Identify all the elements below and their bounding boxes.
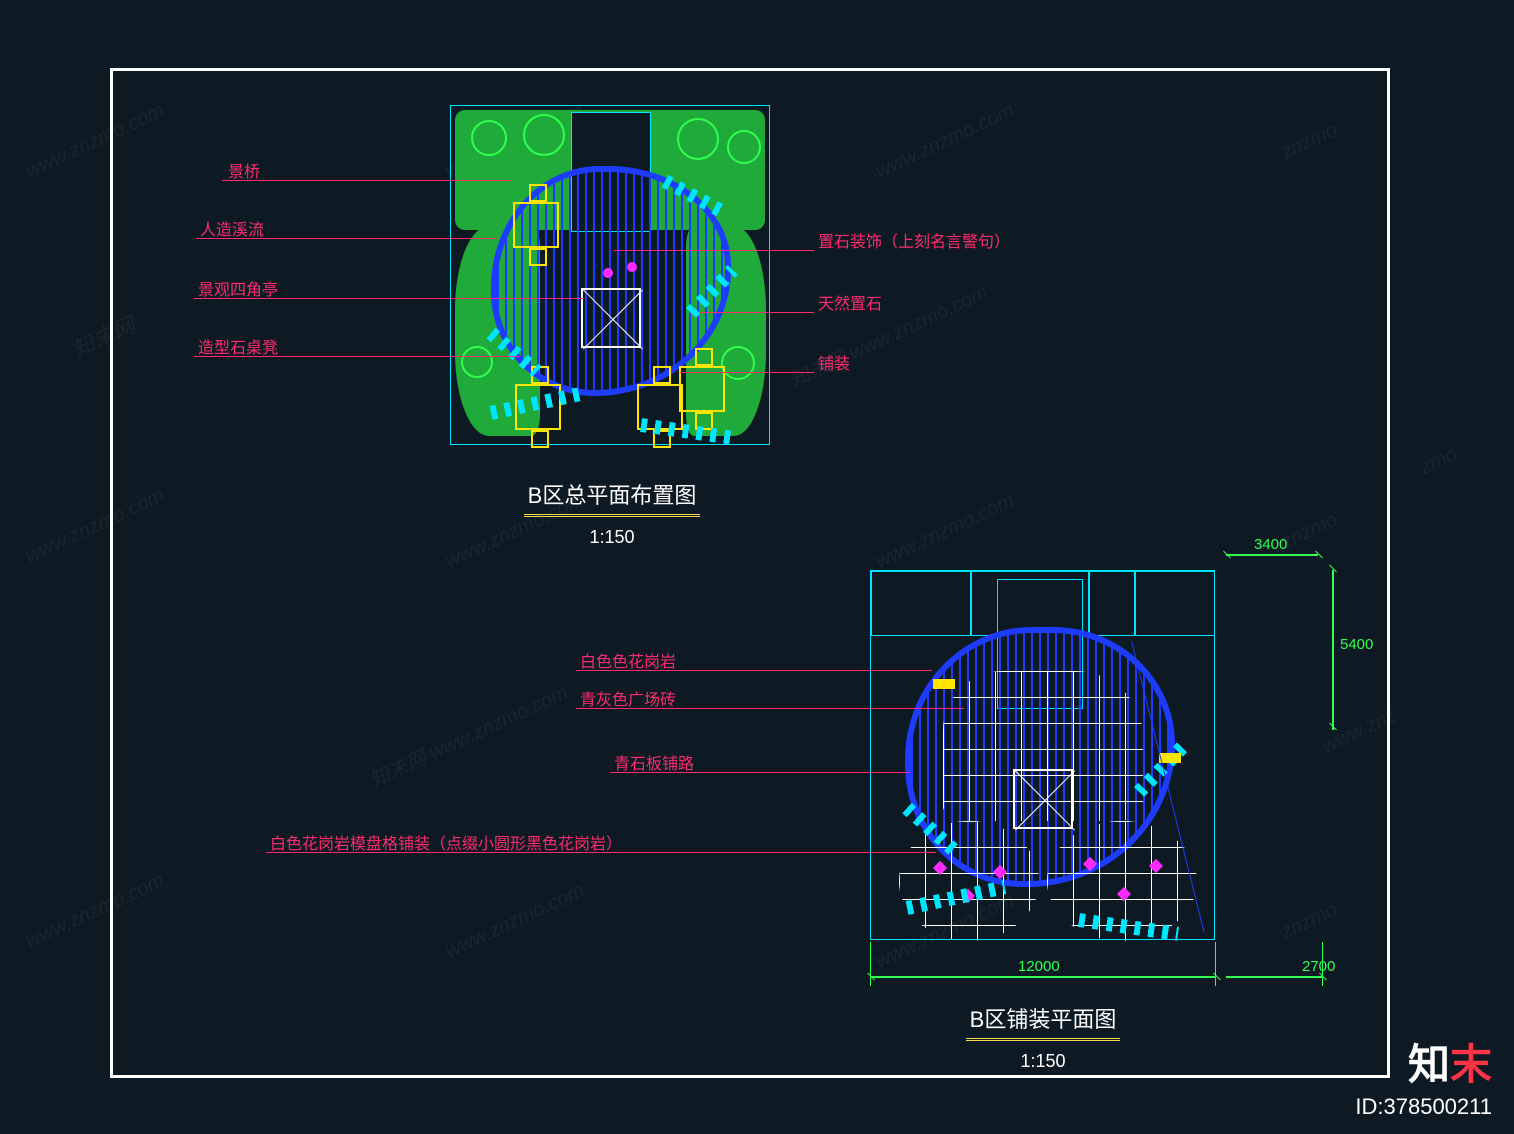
drawing-title: B区总平面布置图: [524, 478, 701, 517]
inner-grid-box: [871, 571, 971, 636]
circular-paving: [899, 821, 1039, 941]
dimension-value: 12000: [1018, 958, 1060, 975]
brand-block: 知末 ID:378500211: [1355, 1031, 1492, 1120]
plan-b-boundary: [870, 570, 1215, 940]
drawing-title: B区铺装平面图: [966, 1002, 1121, 1041]
tree-symbol: [721, 346, 755, 380]
callout-label: 白色色花岗岩: [580, 648, 676, 672]
callout-label: 景桥: [228, 158, 260, 182]
callout-leader: [194, 356, 520, 357]
callout-label: 铺装: [818, 350, 850, 374]
callout-leader: [680, 372, 814, 373]
tree-symbol: [471, 120, 507, 156]
feature-stone: [627, 262, 637, 272]
callout-leader: [222, 180, 512, 181]
callout-label: 造型石桌凳: [198, 334, 278, 358]
tree-symbol: [677, 118, 719, 160]
stone-step: [933, 679, 955, 689]
callout-label: 天然置石: [818, 290, 882, 314]
dimension-line: [870, 976, 1215, 978]
pavilion: [1013, 769, 1073, 829]
tree-symbol: [727, 130, 761, 164]
callout-leader: [266, 852, 936, 853]
inner-grid-box: [1089, 571, 1135, 636]
dimension-value: 5400: [1340, 636, 1373, 653]
dimension-ext: [1215, 942, 1216, 986]
brand-logo-char1: 知: [1408, 1041, 1450, 1088]
callout-label: 青石板铺路: [614, 750, 694, 774]
callout-label: 人造溪流: [200, 216, 264, 240]
callout-leader: [610, 772, 910, 773]
tree-symbol: [461, 346, 493, 378]
callout-leader: [194, 298, 584, 299]
dimension-value: 3400: [1254, 536, 1287, 553]
stone-table: [513, 202, 559, 248]
drawing-title-block: B区总平面布置图 1:150: [462, 478, 762, 548]
dimension-line: [1332, 570, 1334, 730]
callout-label: 置石装饰（上刻名言警句）: [818, 228, 1010, 252]
drawing-scale: 1:150: [462, 527, 762, 548]
watermark: zmo: [1417, 443, 1461, 480]
dimension-ext: [870, 942, 871, 986]
drawing-scale: 1:150: [908, 1051, 1178, 1072]
brand-id: ID:378500211: [1355, 1094, 1492, 1120]
callout-leader: [196, 238, 498, 239]
inner-grid-box: [1135, 571, 1215, 636]
dimension-line: [1226, 554, 1318, 556]
dimension-value: 2700: [1302, 958, 1335, 975]
callout-label: 青灰色广场砖: [580, 686, 676, 710]
brand-logo-char2: 末: [1450, 1041, 1492, 1088]
callout-leader: [614, 250, 814, 251]
callout-leader: [576, 708, 964, 709]
dimension-ext: [1322, 942, 1323, 986]
callout-leader: [576, 670, 932, 671]
tree-symbol: [523, 114, 565, 156]
feature-stone: [603, 268, 613, 278]
dimension-line: [1226, 976, 1322, 978]
callout-label: 景观四角亭: [198, 276, 278, 300]
pavilion: [581, 288, 641, 348]
brand-logo: 知末: [1355, 1031, 1492, 1092]
drawing-title-block: B区铺装平面图 1:150: [908, 1002, 1178, 1072]
callout-label: 白色花岗岩模盘格铺装（点缀小圆形黑色花岗岩）: [270, 830, 622, 854]
plan-a-boundary: [450, 105, 770, 445]
callout-leader: [700, 312, 814, 313]
